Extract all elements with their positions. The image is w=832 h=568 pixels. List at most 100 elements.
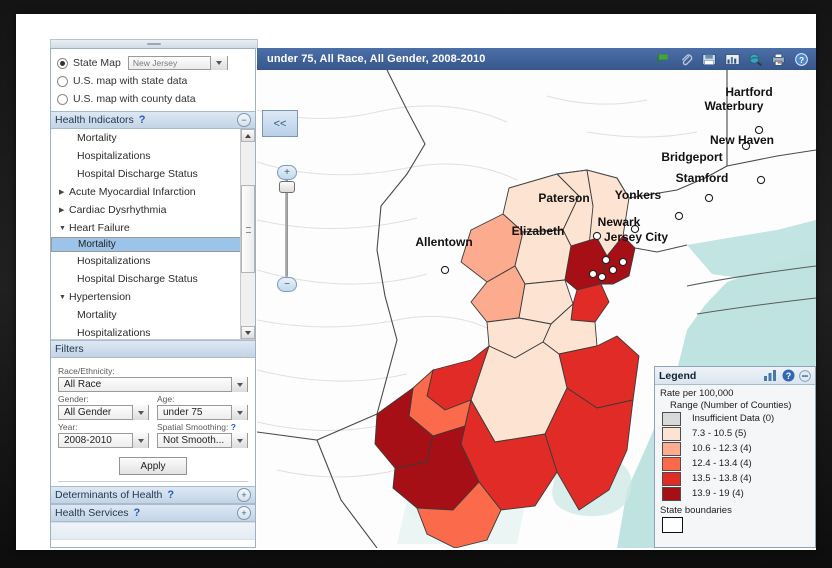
- gender-label: Gender:: [58, 394, 89, 404]
- section-header-health-services[interactable]: Health Services ? +: [51, 504, 255, 522]
- tree-item-hospital-discharge-status-8[interactable]: Hospital Discharge Status: [51, 270, 241, 288]
- tree-item-hospitalizations-7[interactable]: Hospitalizations: [51, 252, 241, 270]
- smoothing-label-text: Spatial Smoothing:: [157, 422, 229, 432]
- map-scope-radio-group: State Map New Jersey U.S. map with state…: [51, 49, 255, 111]
- race-select[interactable]: All Race: [58, 377, 248, 392]
- divider: [58, 481, 248, 482]
- tree-item-mortality-10[interactable]: Mortality: [51, 306, 241, 324]
- section-header-partial[interactable]: [51, 522, 255, 540]
- radio-us-state-data[interactable]: U.S. map with state data: [57, 72, 255, 90]
- triangle-down-icon[interactable]: ▼: [59, 225, 69, 232]
- tree-item-label: Hospitalizations: [77, 327, 151, 339]
- tree-item-label: Cardiac Dysrhythmia: [69, 204, 167, 216]
- tree-item-hospital-discharge-status-2[interactable]: Hospital Discharge Status: [51, 165, 241, 183]
- tree-item-mortality-6[interactable]: Mortality: [51, 237, 241, 252]
- radio-us-state-data-label: U.S. map with state data: [73, 75, 188, 87]
- section-header-filters[interactable]: Filters: [51, 340, 255, 358]
- health-indicators-tree-container: Mortality Hospitalizations Hospital Discha…: [51, 129, 255, 340]
- radio-state-map-indicator[interactable]: [57, 57, 68, 69]
- zoom-out-button[interactable]: −: [277, 277, 297, 292]
- tree-item-cardiac-dysrhythmia-4[interactable]: ▶ Cardiac Dysrhythmia: [51, 201, 241, 219]
- tree-item-hospitalizations-11[interactable]: Hospitalizations: [51, 324, 241, 339]
- help-icon[interactable]: ?: [782, 369, 795, 382]
- chevron-down-icon: [137, 438, 144, 443]
- year-select-value: 2008-2010: [64, 435, 112, 446]
- flag-icon[interactable]: [655, 52, 672, 67]
- city-label-bridgeport: Bridgeport: [661, 150, 723, 164]
- zoom-in-button[interactable]: +: [277, 165, 297, 180]
- tree-item-acute-myocardial-infarction-3[interactable]: ▶ Acute Myocardial Infarction: [51, 183, 241, 201]
- tree-item-label: Hospital Discharge Status: [77, 273, 198, 285]
- tree-item-mortality-0[interactable]: Mortality: [51, 129, 241, 147]
- help-icon[interactable]: ?: [134, 507, 141, 519]
- tree-item-label: Mortality: [77, 132, 117, 144]
- city-label-hartford: Hartford: [725, 85, 773, 99]
- section-header-determinants-of-health[interactable]: Determinants of Health ? +: [51, 486, 255, 504]
- radio-state-map-label: State Map: [73, 57, 121, 69]
- gender-select-arrow[interactable]: [132, 405, 148, 420]
- legend-item: 7.3 - 10.5 (5): [660, 426, 810, 441]
- help-icon[interactable]: ?: [231, 422, 236, 432]
- help-icon[interactable]: ?: [793, 52, 810, 67]
- minimize-icon[interactable]: [799, 369, 811, 382]
- triangle-right-icon[interactable]: ▶: [59, 206, 69, 214]
- radio-us-county-data[interactable]: U.S. map with county data: [57, 90, 255, 108]
- tree-item-hypertension-9[interactable]: ▼ Hypertension: [51, 288, 241, 306]
- year-select[interactable]: 2008-2010: [58, 433, 149, 448]
- legend-title: Legend: [659, 369, 697, 382]
- triangle-right-icon[interactable]: ▶: [59, 188, 69, 196]
- age-select-value: under 75: [163, 407, 203, 418]
- city-label-new-haven: New Haven: [709, 133, 775, 147]
- state-select-value: New Jersey: [132, 58, 178, 68]
- tree-item-hospitalizations-1[interactable]: Hospitalizations: [51, 147, 241, 165]
- apply-button[interactable]: Apply: [119, 457, 187, 475]
- search-map-icon[interactable]: [747, 52, 764, 67]
- print-icon[interactable]: [770, 52, 787, 67]
- legend-item: 12.4 - 13.4 (4): [660, 456, 810, 471]
- state-select-arrow[interactable]: [209, 56, 227, 70]
- smoothing-select-value: Not Smooth...: [163, 435, 225, 446]
- radio-state-map[interactable]: State Map New Jersey: [57, 54, 255, 72]
- scroll-up-button[interactable]: [241, 129, 255, 142]
- map-zoom-slider[interactable]: + −: [275, 165, 297, 292]
- age-select[interactable]: under 75: [157, 405, 248, 420]
- expand-icon[interactable]: +: [237, 488, 251, 502]
- health-indicators-title: Health Indicators: [55, 114, 134, 126]
- tree-item-heart-failure-5[interactable]: ▼ Heart Failure: [51, 219, 241, 237]
- expand-icon[interactable]: +: [237, 506, 251, 520]
- paperclip-icon[interactable]: [678, 52, 695, 67]
- scroll-down-button[interactable]: [241, 326, 255, 339]
- year-select-arrow[interactable]: [132, 433, 148, 448]
- section-header-health-indicators[interactable]: Health Indicators ? −: [51, 111, 255, 129]
- race-select-value: All Race: [64, 379, 102, 390]
- race-select-arrow[interactable]: [231, 377, 247, 392]
- age-select-arrow[interactable]: [231, 405, 247, 420]
- scroll-thumb[interactable]: [241, 185, 255, 273]
- legend-color-swatch: [662, 471, 681, 486]
- map-collapse-panel-button[interactable]: <<: [262, 110, 298, 137]
- triangle-down-icon[interactable]: ▼: [59, 294, 69, 301]
- zoom-slider-handle[interactable]: [279, 181, 295, 193]
- legend-item-label: 7.3 - 10.5 (5): [692, 428, 747, 439]
- help-icon[interactable]: ?: [139, 114, 146, 126]
- radio-us-state-data-indicator[interactable]: [57, 75, 68, 87]
- smoothing-select[interactable]: Not Smooth...: [157, 433, 248, 448]
- health-services-title: Health Services: [55, 507, 129, 519]
- application-page: State Map New Jersey U.S. map with state…: [16, 14, 816, 550]
- tree-item-label: Hospitalizations: [77, 255, 151, 267]
- save-icon[interactable]: [701, 52, 718, 67]
- collapse-icon[interactable]: −: [237, 113, 251, 127]
- chevron-down-icon: [137, 410, 144, 415]
- map-toolbar: ?: [655, 52, 816, 67]
- triangle-down-icon: [245, 330, 251, 335]
- state-select[interactable]: New Jersey: [127, 56, 228, 70]
- legend-panel: Legend ? Rate per 100,000 Range (Number …: [654, 366, 816, 548]
- chart-icon[interactable]: [724, 52, 741, 67]
- chevron-down-icon: [236, 382, 243, 387]
- gender-select[interactable]: All Gender: [58, 405, 149, 420]
- bar-chart-icon[interactable]: [763, 369, 778, 382]
- tree-scrollbar[interactable]: [240, 129, 255, 339]
- smoothing-select-arrow[interactable]: [231, 433, 247, 448]
- help-icon[interactable]: ?: [167, 489, 174, 501]
- radio-us-county-data-indicator[interactable]: [57, 93, 68, 105]
